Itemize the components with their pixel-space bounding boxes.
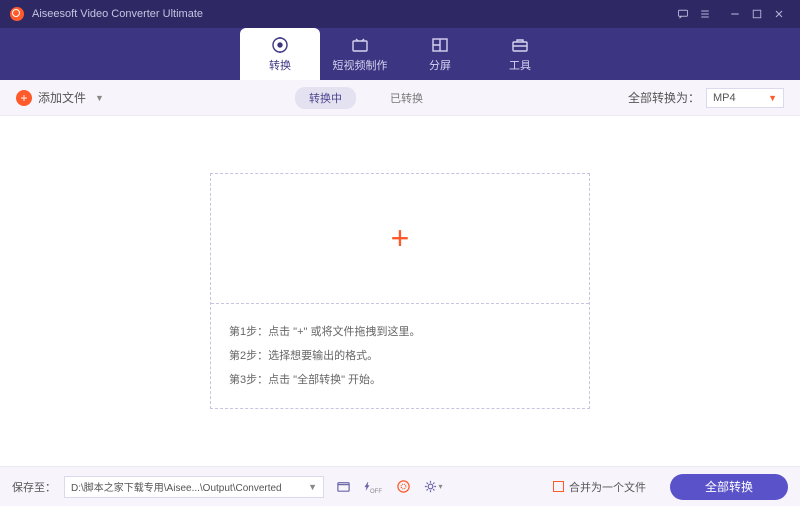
content-area: + 第1步：点击 "+" 或将文件拖拽到这里。 第2步：选择想要输出的格式。 第… [0, 116, 800, 466]
tab-toolbox[interactable]: 工具 [480, 28, 560, 80]
convert-icon [270, 35, 290, 55]
high-speed-button[interactable] [392, 476, 414, 498]
maximize-button[interactable] [746, 4, 768, 24]
output-path-value: D:\脚本之家下载专用\Aisee...\Output\Converted [71, 479, 282, 494]
footer-bar: 保存至： D:\脚本之家下载专用\Aisee...\Output\Convert… [0, 466, 800, 506]
tab-label: 分屏 [429, 57, 451, 73]
status-done-tab[interactable]: 已转换 [376, 87, 437, 109]
collage-icon [430, 35, 450, 55]
drop-zone-add[interactable]: + [211, 174, 589, 304]
step-text: 第1步：点击 "+" 或将文件拖拽到这里。 [229, 320, 571, 344]
tab-label: 短视频制作 [333, 57, 388, 73]
tab-label: 工具 [509, 57, 531, 73]
title-bar: Aiseesoft Video Converter Ultimate [0, 0, 800, 28]
merge-checkbox[interactable]: 合并为一个文件 [553, 479, 646, 495]
chevron-down-icon: ▼ [308, 482, 317, 492]
drop-zone-steps: 第1步：点击 "+" 或将文件拖拽到这里。 第2步：选择想要输出的格式。 第3步… [211, 304, 589, 409]
tab-convert[interactable]: 转换 [240, 28, 320, 80]
close-button[interactable] [768, 4, 790, 24]
toolbox-icon [510, 35, 530, 55]
convert-all-label: 全部转换为： [628, 89, 700, 106]
tab-label: 转换 [269, 57, 291, 73]
convert-all-button[interactable]: 全部转换 [670, 474, 788, 500]
big-plus-icon: + [391, 220, 410, 257]
add-file-button[interactable]: + 添加文件 ▼ [16, 89, 104, 106]
feedback-icon[interactable] [672, 4, 694, 24]
app-title: Aiseesoft Video Converter Ultimate [32, 8, 203, 20]
step-text: 第2步：选择想要输出的格式。 [229, 344, 571, 368]
merge-label: 合并为一个文件 [569, 479, 646, 495]
chevron-down-icon: ▼ [768, 93, 777, 103]
chevron-down-icon: ▼ [95, 93, 104, 103]
main-nav: 转换 短视频制作 分屏 工具 [0, 28, 800, 80]
open-folder-button[interactable] [332, 476, 354, 498]
plus-icon: + [16, 90, 32, 106]
status-converting-tab[interactable]: 转换中 [295, 87, 356, 109]
checkbox-icon [553, 481, 564, 492]
tab-mv[interactable]: 短视频制作 [320, 28, 400, 80]
menu-icon[interactable] [694, 4, 716, 24]
mv-icon [350, 35, 370, 55]
app-logo-icon [10, 7, 24, 21]
hardware-accel-button[interactable]: OFF [362, 476, 384, 498]
save-to-label: 保存至： [12, 479, 56, 495]
toolbar: + 添加文件 ▼ 转换中 已转换 全部转换为： MP4 ▼ [0, 80, 800, 116]
add-file-label: 添加文件 [38, 89, 86, 106]
output-path-select[interactable]: D:\脚本之家下载专用\Aisee...\Output\Converted ▼ [64, 476, 324, 498]
drop-zone[interactable]: + 第1步：点击 "+" 或将文件拖拽到这里。 第2步：选择想要输出的格式。 第… [210, 173, 590, 410]
format-value: MP4 [713, 92, 736, 104]
step-text: 第3步：点击 "全部转换" 开始。 [229, 368, 571, 392]
tab-collage[interactable]: 分屏 [400, 28, 480, 80]
format-select[interactable]: MP4 ▼ [706, 88, 784, 108]
separator [716, 4, 724, 24]
settings-button[interactable]: ▾ [422, 476, 444, 498]
minimize-button[interactable] [724, 4, 746, 24]
